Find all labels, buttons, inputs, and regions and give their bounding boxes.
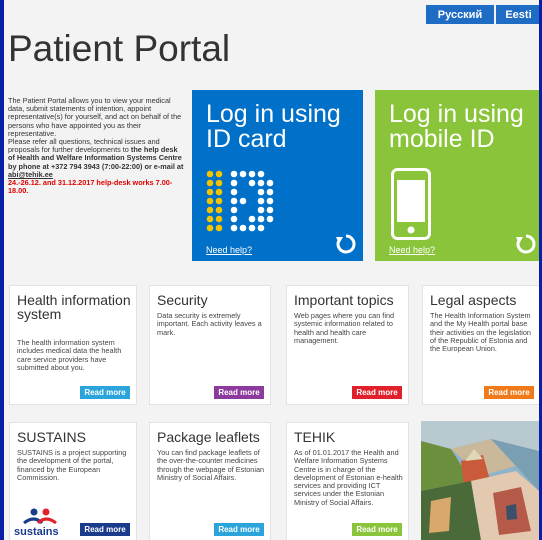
card-body: Data security is extremely important. Ea… (157, 311, 262, 337)
login-mobile-id-tile[interactable]: Log in using mobile ID Need help? (375, 90, 539, 261)
card-package-leaflets: Package leaflets You can find package le… (149, 422, 271, 540)
card-body: As of 01.01.2017 the Health and Welfare … (294, 448, 403, 507)
read-more-button[interactable]: Read more (352, 523, 402, 536)
painting-image (421, 421, 539, 540)
card-title: Security (157, 292, 208, 308)
card-title: Important topics (294, 292, 394, 308)
refresh-arrow-icon (336, 234, 356, 254)
card-important-topics: Important topics Web pages where you can… (286, 285, 409, 405)
card-body: The Health Information System and the My… (430, 311, 531, 354)
card-sustains: SUSTAINS SUSTAINS is a project supportin… (9, 422, 137, 540)
card-title: Package leaflets (157, 429, 260, 445)
language-russian-button[interactable]: Русский (426, 5, 494, 24)
login-mobile-id-label: Log in using mobile ID (389, 100, 524, 153)
intro-contact: Please refer all questions, technical is… (8, 137, 186, 179)
read-more-button[interactable]: Read more (214, 386, 264, 399)
sustains-logo: sustains (14, 508, 59, 537)
card-health-information-system: Health information system The health inf… (9, 285, 137, 405)
language-estonian-button[interactable]: Eesti (496, 5, 539, 24)
card-security: Security Data security is extremely impo… (149, 285, 271, 405)
read-more-button[interactable]: Read more (214, 523, 264, 536)
read-more-button[interactable]: Read more (80, 386, 130, 399)
login-id-card-tile[interactable]: Log in using ID card Need help? (192, 90, 363, 261)
login-id-card-label: Log in using ID card (206, 100, 341, 153)
intro-text: The Patient Portal allows you to view yo… (8, 96, 186, 196)
card-body: You can find package leaflets of the ove… (157, 448, 265, 482)
portal-page: Русский Eesti Patient Portal The Patient… (4, 0, 539, 540)
read-more-button[interactable]: Read more (80, 523, 130, 536)
card-body: The health information system includes m… (17, 338, 122, 372)
holiday-notice: 24.-26.12. and 31.12.2017 help-desk work… (8, 178, 173, 196)
top-bar: Русский Eesti (4, 0, 539, 25)
refresh-arrow-icon (516, 234, 536, 254)
mobile-id-help-link[interactable]: Need help? (389, 245, 435, 255)
svg-text:sustains: sustains (14, 526, 59, 537)
card-title: Legal aspects (430, 292, 517, 308)
intro-description: The Patient Portal allows you to view yo… (8, 96, 182, 138)
card-body: SUSTAINS is a project supporting the dev… (17, 448, 127, 482)
id-card-help-link[interactable]: Need help? (206, 245, 252, 255)
card-tehik: TEHIK As of 01.01.2017 the Health and We… (286, 422, 409, 540)
page-title: Patient Portal (8, 28, 231, 69)
card-title: SUSTAINS (17, 429, 86, 445)
read-more-button[interactable]: Read more (352, 386, 402, 399)
id-card-icon (206, 170, 274, 232)
card-title: Health information system (17, 292, 131, 322)
read-more-button[interactable]: Read more (484, 386, 534, 399)
card-legal-aspects: Legal aspects The Health Information Sys… (422, 285, 539, 405)
card-title: TEHIK (294, 429, 336, 445)
mobile-phone-icon (391, 168, 431, 240)
card-body: Web pages where you can find systemic in… (294, 311, 395, 345)
